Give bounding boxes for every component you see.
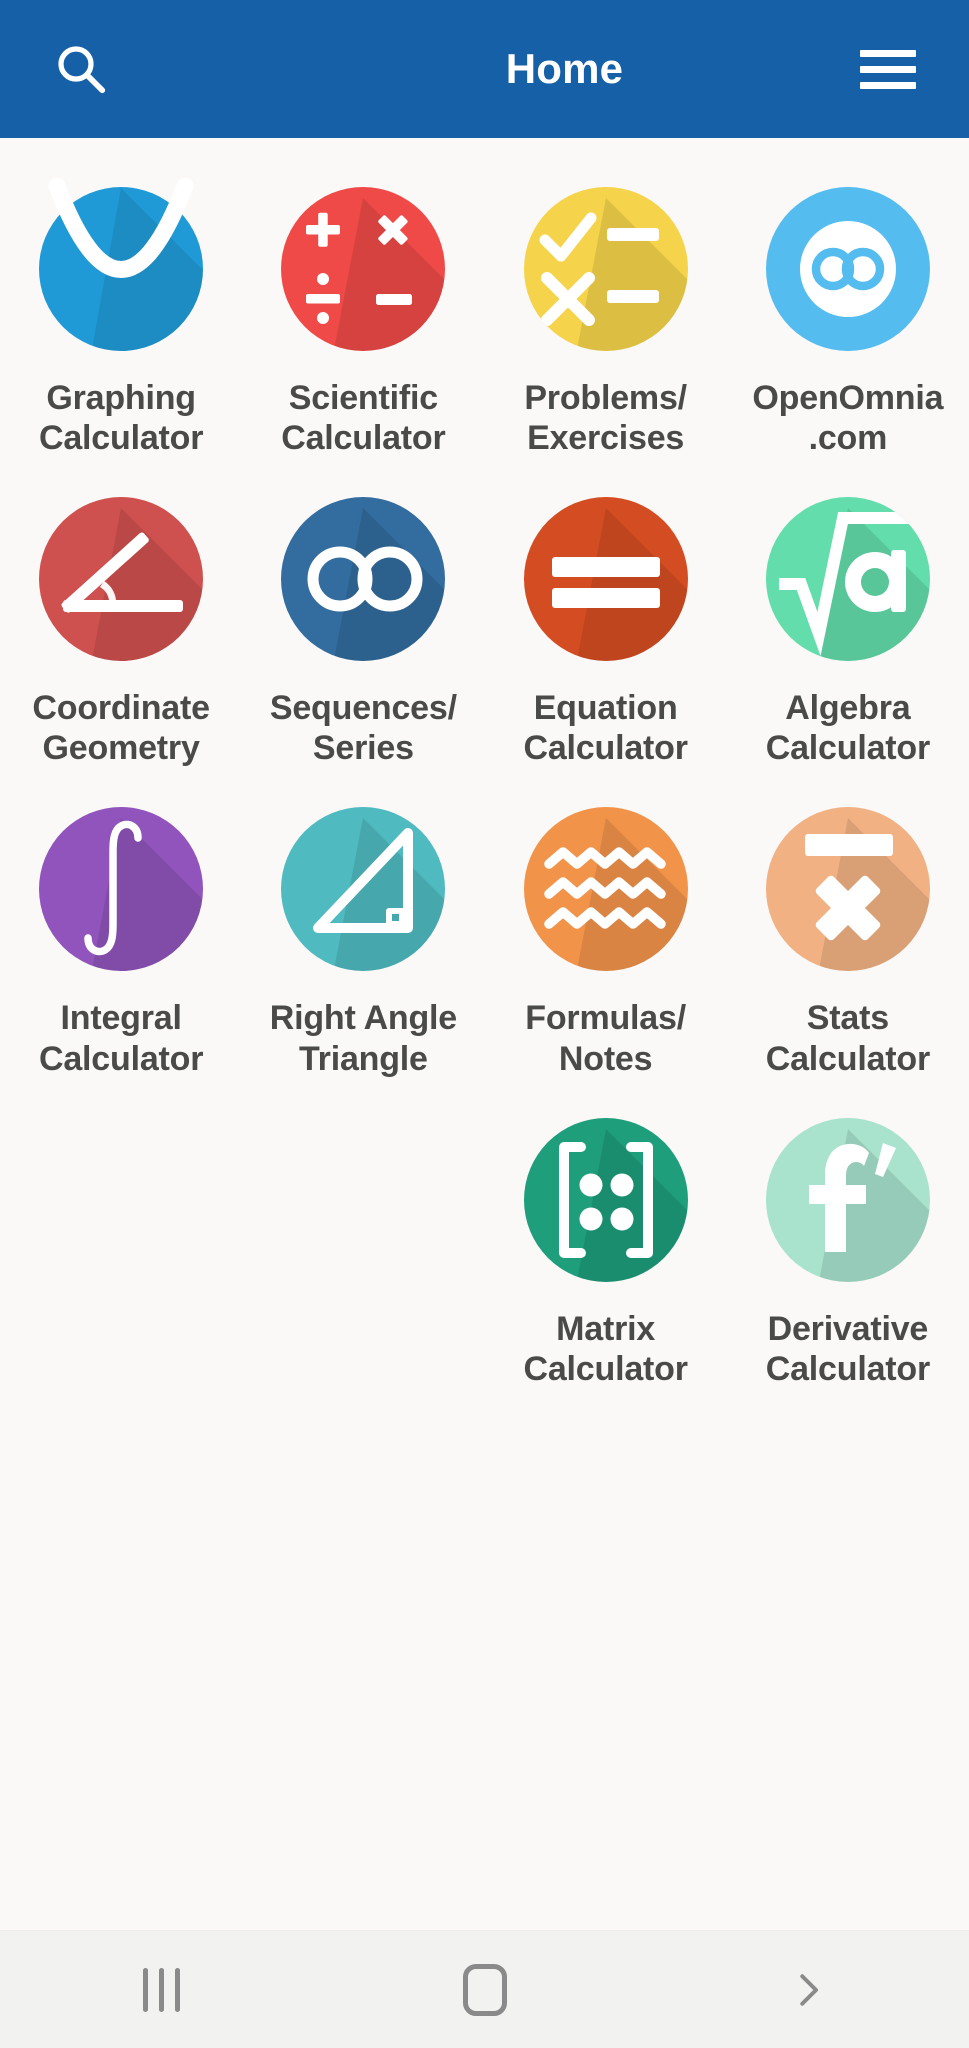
recent-apps-icon bbox=[143, 1967, 180, 2012]
app-tile-integral-calculator[interactable]: Integral Calculator bbox=[0, 776, 242, 1086]
f-prime-icon bbox=[757, 1109, 939, 1291]
empty-grid-slot bbox=[242, 1087, 484, 1397]
app-tile-label: Right Angle Triangle bbox=[269, 999, 458, 1078]
phone-screen: Home Graphing Calculator Scientific Calc… bbox=[0, 0, 969, 2048]
arithmetic-operators-icon bbox=[272, 178, 454, 360]
recents-bar bbox=[159, 1967, 164, 2012]
app-tile-label: Coordinate Geometry bbox=[32, 689, 210, 768]
app-tile-label: Sequences/ Series bbox=[269, 689, 457, 768]
back-chevron-icon bbox=[799, 1973, 818, 2006]
recents-bar bbox=[143, 1967, 148, 2012]
recent-apps-button[interactable] bbox=[92, 1931, 232, 2048]
app-tile-label: Algebra Calculator bbox=[765, 689, 930, 768]
infinity-outline-icon bbox=[272, 488, 454, 670]
app-tile-problems-exercises[interactable]: Problems/ Exercises bbox=[485, 156, 727, 466]
app-tile-label: Integral Calculator bbox=[38, 999, 204, 1078]
menu-line bbox=[860, 49, 916, 57]
app-tile-openomnia-com[interactable]: OpenOmnia .com bbox=[727, 156, 969, 466]
equals-icon bbox=[515, 488, 697, 670]
matrix-brackets-icon bbox=[515, 1109, 697, 1291]
integral-icon bbox=[30, 798, 212, 980]
app-tile-algebra-calculator[interactable]: Algebra Calculator bbox=[727, 466, 969, 776]
app-bar: Home bbox=[0, 0, 969, 138]
zigzag-lines-icon bbox=[515, 798, 697, 980]
page-title: Home bbox=[505, 45, 624, 92]
x-bar-mean-icon bbox=[757, 798, 939, 980]
right-triangle-icon bbox=[272, 798, 454, 980]
app-tile-label: Problems/ Exercises bbox=[524, 379, 687, 458]
app-tile-label: Formulas/ Notes bbox=[525, 999, 686, 1078]
recents-bar bbox=[175, 1967, 180, 2012]
app-tile-formulas-notes[interactable]: Formulas/ Notes bbox=[485, 776, 727, 1086]
app-tile-scientific-calculator[interactable]: Scientific Calculator bbox=[242, 156, 484, 466]
app-tile-label: OpenOmnia .com bbox=[752, 379, 944, 458]
app-tile-label: Derivative Calculator bbox=[765, 1309, 930, 1388]
menu-line bbox=[860, 81, 916, 89]
menu-line bbox=[860, 65, 916, 73]
empty-grid-slot bbox=[0, 1087, 242, 1397]
app-grid: Graphing Calculator Scientific Calculato… bbox=[0, 156, 969, 1397]
app-tile-label: Graphing Calculator bbox=[38, 379, 204, 458]
app-tile-right-angle-triangle[interactable]: Right Angle Triangle bbox=[242, 776, 484, 1086]
angle-icon bbox=[30, 488, 212, 670]
app-tile-label: Stats Calculator bbox=[765, 999, 930, 1078]
app-tile-graphing-calculator[interactable]: Graphing Calculator bbox=[0, 156, 242, 466]
app-tile-equation-calculator[interactable]: Equation Calculator bbox=[485, 466, 727, 776]
square-root-a-icon bbox=[757, 488, 939, 670]
app-tile-sequences-series[interactable]: Sequences/ Series bbox=[242, 466, 484, 776]
home-icon bbox=[462, 1963, 507, 2016]
app-tile-derivative-calculator[interactable]: Derivative Calculator bbox=[727, 1087, 969, 1397]
main-content: Graphing Calculator Scientific Calculato… bbox=[0, 138, 969, 1930]
app-tile-label: Scientific Calculator bbox=[281, 379, 446, 458]
back-button[interactable] bbox=[738, 1931, 878, 2048]
app-tile-label: Equation Calculator bbox=[523, 689, 688, 768]
app-tile-coordinate-geometry[interactable]: Coordinate Geometry bbox=[0, 466, 242, 776]
infinity-badge-icon bbox=[757, 178, 939, 360]
app-tile-matrix-calculator[interactable]: Matrix Calculator bbox=[485, 1087, 727, 1397]
home-button[interactable] bbox=[415, 1931, 555, 2048]
app-tile-stats-calculator[interactable]: Stats Calculator bbox=[727, 776, 969, 1086]
android-navigation-bar bbox=[0, 1930, 969, 2048]
search-icon[interactable] bbox=[38, 26, 124, 112]
parabola-graph-icon bbox=[30, 178, 212, 360]
checklist-icon bbox=[515, 178, 697, 360]
hamburger-menu-icon[interactable] bbox=[849, 30, 927, 108]
app-tile-label: Matrix Calculator bbox=[523, 1309, 688, 1388]
